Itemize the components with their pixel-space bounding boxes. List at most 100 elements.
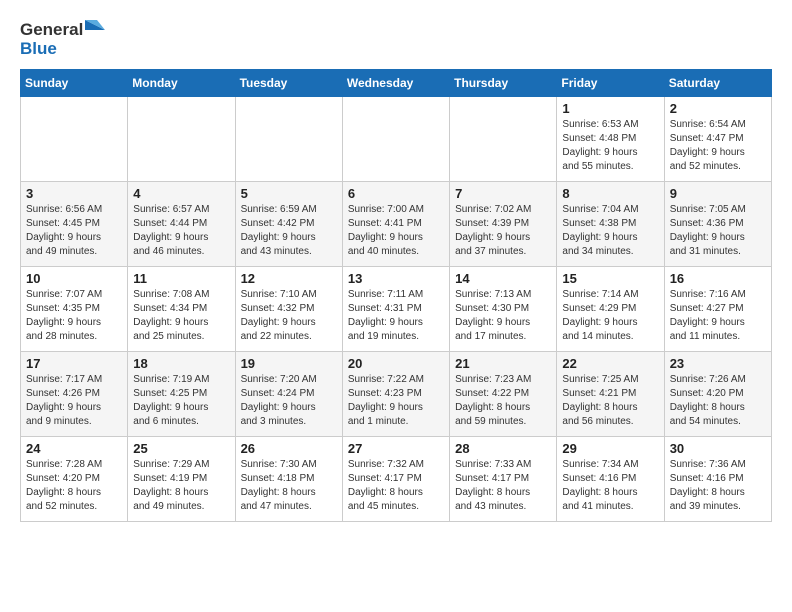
day-info: Sunrise: 7:30 AM Sunset: 4:18 PM Dayligh…: [241, 458, 337, 514]
day-info: Sunrise: 6:53 AM Sunset: 4:48 PM Dayligh…: [562, 118, 658, 174]
day-info: Sunrise: 7:25 AM Sunset: 4:21 PM Dayligh…: [562, 373, 658, 429]
day-number: 5: [241, 186, 337, 201]
day-number: 25: [133, 441, 229, 456]
day-info: Sunrise: 7:19 AM Sunset: 4:25 PM Dayligh…: [133, 373, 229, 429]
day-number: 29: [562, 441, 658, 456]
day-number: 4: [133, 186, 229, 201]
day-info: Sunrise: 7:17 AM Sunset: 4:26 PM Dayligh…: [26, 373, 122, 429]
day-number: 2: [670, 101, 766, 116]
day-number: 14: [455, 271, 551, 286]
logo-general-text: General: [20, 21, 83, 40]
day-info: Sunrise: 6:56 AM Sunset: 4:45 PM Dayligh…: [26, 203, 122, 259]
calendar-day-23: 23 Sunrise: 7:26 AM Sunset: 4:20 PM Dayli…: [664, 351, 771, 436]
calendar-header: SundayMondayTuesdayWednesdayThursdayFrid…: [21, 69, 772, 96]
calendar-day-25: 25Sunrise: 7:29 AM Sunset: 4:19 PM Dayli…: [128, 436, 235, 521]
day-info: Sunrise: 7:26 AM Sunset: 4:20 PM Dayligh…: [670, 373, 766, 429]
day-number: 24: [26, 441, 122, 456]
calendar-day-9: 9 Sunrise: 7:05 AM Sunset: 4:36 PM Daylig…: [664, 181, 771, 266]
weekday-header-sunday: Sunday: [21, 69, 128, 96]
day-number: 6: [348, 186, 444, 201]
day-info: Sunrise: 7:20 AM Sunset: 4:24 PM Dayligh…: [241, 373, 337, 429]
calendar-day-17: 17 Sunrise: 7:17 AM Sunset: 4:26 PM Dayli…: [21, 351, 128, 436]
calendar-week-row: 24Sunrise: 7:28 AM Sunset: 4:20 PM Dayli…: [21, 436, 772, 521]
day-info: Sunrise: 7:00 AM Sunset: 4:41 PM Dayligh…: [348, 203, 444, 259]
weekday-header-friday: Friday: [557, 69, 664, 96]
day-number: 1: [562, 101, 658, 116]
calendar-day-8: 8Sunrise: 7:04 AM Sunset: 4:38 PM Daylig…: [557, 181, 664, 266]
calendar-day-14: 14 Sunrise: 7:13 AM Sunset: 4:30 PM Dayli…: [450, 266, 557, 351]
day-info: Sunrise: 7:13 AM Sunset: 4:30 PM Dayligh…: [455, 288, 551, 344]
day-number: 17: [26, 356, 122, 371]
day-info: Sunrise: 6:59 AM Sunset: 4:42 PM Dayligh…: [241, 203, 337, 259]
calendar-week-row: 1 Sunrise: 6:53 AM Sunset: 4:48 PM Daylig…: [21, 96, 772, 181]
day-number: 19: [241, 356, 337, 371]
calendar-empty-cell: [128, 96, 235, 181]
day-number: 18: [133, 356, 229, 371]
weekday-header-thursday: Thursday: [450, 69, 557, 96]
calendar-day-20: 20 Sunrise: 7:22 AM Sunset: 4:23 PM Dayli…: [342, 351, 449, 436]
calendar-week-row: 17 Sunrise: 7:17 AM Sunset: 4:26 PM Dayli…: [21, 351, 772, 436]
calendar-day-29: 29 Sunrise: 7:34 AM Sunset: 4:16 PM Dayli…: [557, 436, 664, 521]
calendar-day-12: 12 Sunrise: 7:10 AM Sunset: 4:32 PM Dayli…: [235, 266, 342, 351]
calendar-empty-cell: [235, 96, 342, 181]
day-info: Sunrise: 7:10 AM Sunset: 4:32 PM Dayligh…: [241, 288, 337, 344]
day-number: 23: [670, 356, 766, 371]
day-number: 7: [455, 186, 551, 201]
calendar-day-19: 19 Sunrise: 7:20 AM Sunset: 4:24 PM Dayli…: [235, 351, 342, 436]
calendar-week-row: 10 Sunrise: 7:07 AM Sunset: 4:35 PM Dayli…: [21, 266, 772, 351]
calendar-day-11: 11 Sunrise: 7:08 AM Sunset: 4:34 PM Dayli…: [128, 266, 235, 351]
day-number: 8: [562, 186, 658, 201]
calendar-day-26: 26 Sunrise: 7:30 AM Sunset: 4:18 PM Dayli…: [235, 436, 342, 521]
calendar-body: 1 Sunrise: 6:53 AM Sunset: 4:48 PM Daylig…: [21, 96, 772, 521]
day-number: 16: [670, 271, 766, 286]
calendar-day-3: 3Sunrise: 6:56 AM Sunset: 4:45 PM Daylig…: [21, 181, 128, 266]
day-info: Sunrise: 7:14 AM Sunset: 4:29 PM Dayligh…: [562, 288, 658, 344]
logo-arrow-icon: [85, 20, 105, 40]
calendar-day-6: 6 Sunrise: 7:00 AM Sunset: 4:41 PM Daylig…: [342, 181, 449, 266]
calendar-day-30: 30Sunrise: 7:36 AM Sunset: 4:16 PM Dayli…: [664, 436, 771, 521]
calendar-day-4: 4Sunrise: 6:57 AM Sunset: 4:44 PM Daylig…: [128, 181, 235, 266]
calendar-day-7: 7 Sunrise: 7:02 AM Sunset: 4:39 PM Daylig…: [450, 181, 557, 266]
weekday-header-saturday: Saturday: [664, 69, 771, 96]
logo: General Blue: [20, 20, 105, 59]
calendar-day-1: 1 Sunrise: 6:53 AM Sunset: 4:48 PM Daylig…: [557, 96, 664, 181]
weekday-header-row: SundayMondayTuesdayWednesdayThursdayFrid…: [21, 69, 772, 96]
day-number: 22: [562, 356, 658, 371]
day-number: 27: [348, 441, 444, 456]
calendar-day-16: 16 Sunrise: 7:16 AM Sunset: 4:27 PM Dayli…: [664, 266, 771, 351]
day-info: Sunrise: 7:32 AM Sunset: 4:17 PM Dayligh…: [348, 458, 444, 514]
calendar-empty-cell: [21, 96, 128, 181]
day-number: 26: [241, 441, 337, 456]
weekday-header-tuesday: Tuesday: [235, 69, 342, 96]
calendar-day-13: 13 Sunrise: 7:11 AM Sunset: 4:31 PM Dayli…: [342, 266, 449, 351]
day-info: Sunrise: 7:08 AM Sunset: 4:34 PM Dayligh…: [133, 288, 229, 344]
calendar-day-24: 24Sunrise: 7:28 AM Sunset: 4:20 PM Dayli…: [21, 436, 128, 521]
day-number: 15: [562, 271, 658, 286]
weekday-header-wednesday: Wednesday: [342, 69, 449, 96]
calendar-day-28: 28 Sunrise: 7:33 AM Sunset: 4:17 PM Dayli…: [450, 436, 557, 521]
day-number: 10: [26, 271, 122, 286]
calendar-day-2: 2 Sunrise: 6:54 AM Sunset: 4:47 PM Daylig…: [664, 96, 771, 181]
day-info: Sunrise: 7:16 AM Sunset: 4:27 PM Dayligh…: [670, 288, 766, 344]
day-info: Sunrise: 7:22 AM Sunset: 4:23 PM Dayligh…: [348, 373, 444, 429]
day-number: 12: [241, 271, 337, 286]
day-info: Sunrise: 7:07 AM Sunset: 4:35 PM Dayligh…: [26, 288, 122, 344]
day-number: 9: [670, 186, 766, 201]
day-number: 21: [455, 356, 551, 371]
day-number: 30: [670, 441, 766, 456]
day-info: Sunrise: 7:02 AM Sunset: 4:39 PM Dayligh…: [455, 203, 551, 259]
day-info: Sunrise: 7:34 AM Sunset: 4:16 PM Dayligh…: [562, 458, 658, 514]
day-number: 20: [348, 356, 444, 371]
day-number: 13: [348, 271, 444, 286]
day-number: 28: [455, 441, 551, 456]
day-info: Sunrise: 7:11 AM Sunset: 4:31 PM Dayligh…: [348, 288, 444, 344]
day-info: Sunrise: 6:54 AM Sunset: 4:47 PM Dayligh…: [670, 118, 766, 174]
calendar-empty-cell: [342, 96, 449, 181]
day-info: Sunrise: 7:05 AM Sunset: 4:36 PM Dayligh…: [670, 203, 766, 259]
calendar-day-10: 10 Sunrise: 7:07 AM Sunset: 4:35 PM Dayli…: [21, 266, 128, 351]
calendar-day-21: 21 Sunrise: 7:23 AM Sunset: 4:22 PM Dayli…: [450, 351, 557, 436]
day-number: 11: [133, 271, 229, 286]
day-info: Sunrise: 7:33 AM Sunset: 4:17 PM Dayligh…: [455, 458, 551, 514]
calendar-week-row: 3Sunrise: 6:56 AM Sunset: 4:45 PM Daylig…: [21, 181, 772, 266]
day-info: Sunrise: 7:23 AM Sunset: 4:22 PM Dayligh…: [455, 373, 551, 429]
